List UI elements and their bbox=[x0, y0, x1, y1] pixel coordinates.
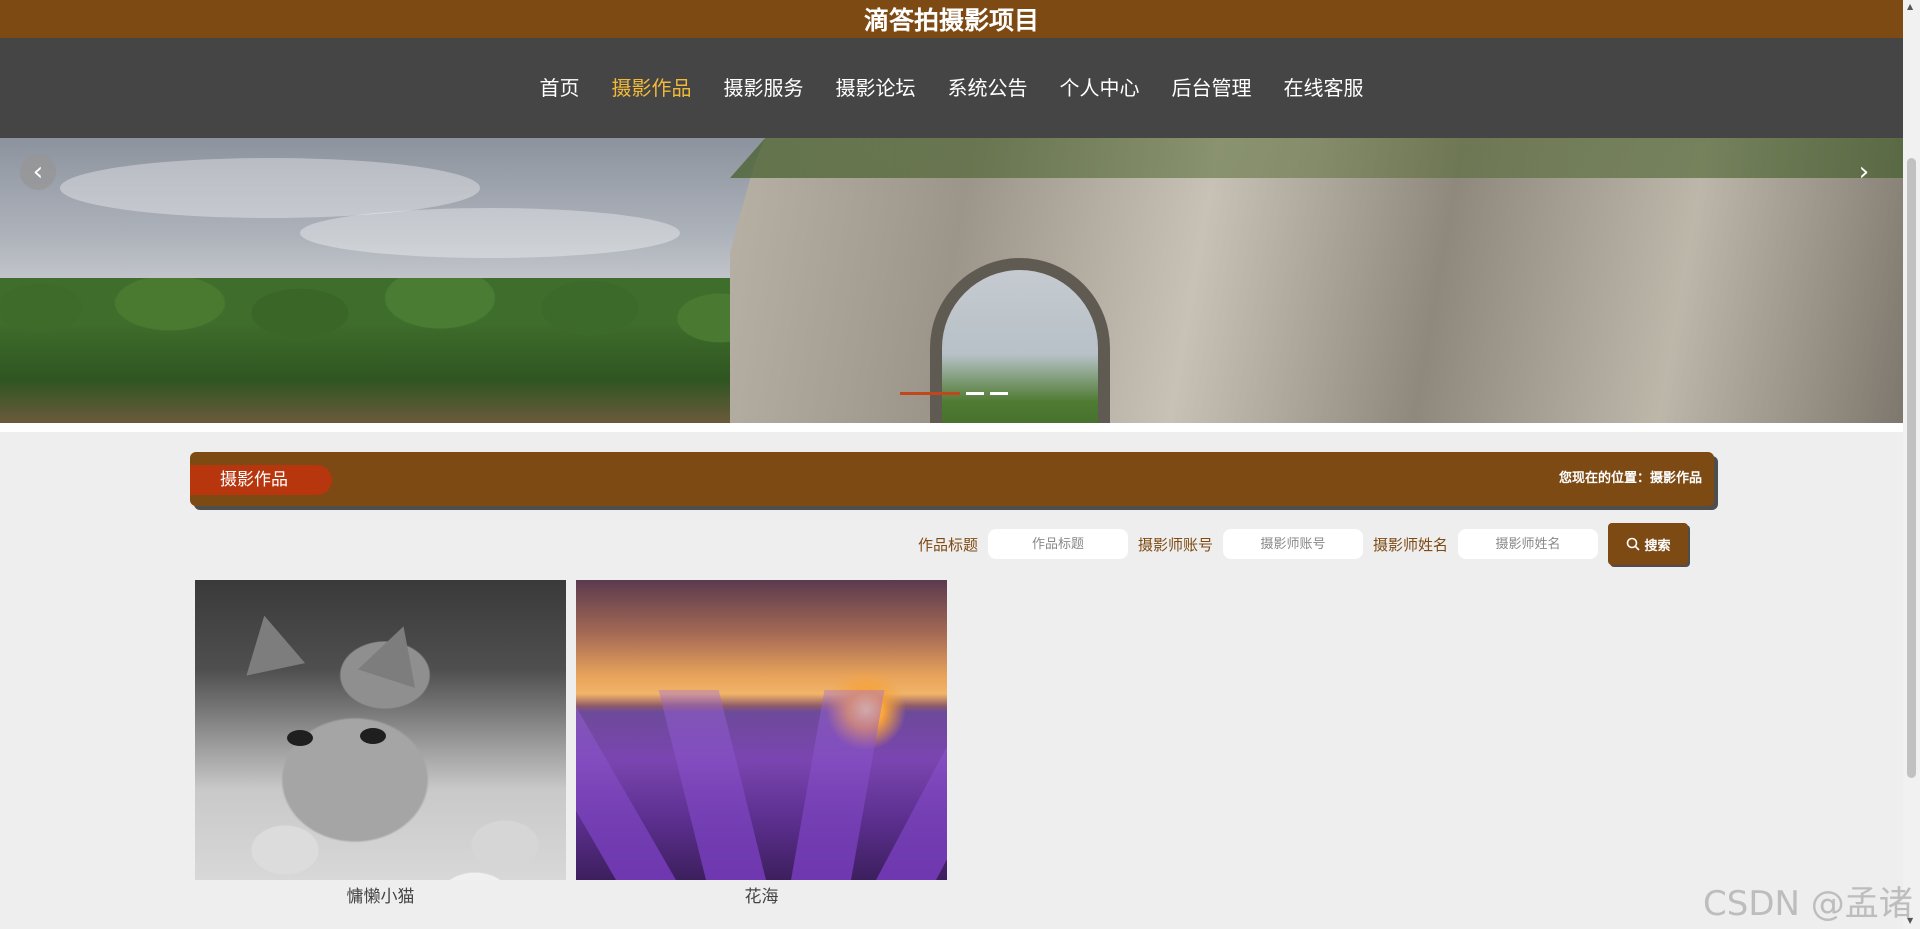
search-input-title[interactable] bbox=[988, 529, 1129, 559]
work-card[interactable]: 慵懒小猫 bbox=[195, 580, 566, 910]
banner-cliff-moss bbox=[730, 138, 1903, 178]
search-label-photographer-name: 摄影师姓名 bbox=[1373, 535, 1449, 554]
cat-eye bbox=[360, 728, 386, 744]
main-nav: 首页 摄影作品 摄影服务 摄影论坛 系统公告 个人中心 后台管理 在线客服 bbox=[0, 38, 1903, 138]
cat-ear bbox=[357, 617, 433, 688]
breadcrumb: 您现在的位置：摄影作品 bbox=[1558, 471, 1702, 486]
banner-carousel: ‹ › bbox=[0, 138, 1903, 423]
scroll-up-icon[interactable]: ▲ bbox=[1907, 2, 1913, 11]
lavender-row bbox=[576, 690, 676, 880]
work-image-lavender[interactable] bbox=[576, 580, 947, 880]
nav-item-works[interactable]: 摄影作品 bbox=[596, 38, 708, 138]
nav-item-admin[interactable]: 后台管理 bbox=[1156, 38, 1268, 138]
site-title: 滴答拍摄影项目 bbox=[863, 6, 1039, 35]
nav-item-forum[interactable]: 摄影论坛 bbox=[820, 38, 932, 138]
cat-ear bbox=[234, 609, 306, 676]
search-button-label: 搜索 bbox=[1644, 538, 1671, 554]
nav-list: 首页 摄影作品 摄影服务 摄影论坛 系统公告 个人中心 后台管理 在线客服 bbox=[524, 38, 1380, 138]
page: 滴答拍摄影项目 首页 摄影作品 摄影服务 摄影论坛 系统公告 个人中心 后台管理… bbox=[0, 0, 1920, 929]
chevron-right-icon: › bbox=[1858, 157, 1870, 187]
lavender-row bbox=[791, 690, 885, 880]
work-image-cat[interactable] bbox=[195, 580, 566, 880]
search-input-photographer-account[interactable] bbox=[1223, 529, 1364, 559]
banner-forest bbox=[0, 278, 760, 423]
nav-item-customer-service[interactable]: 在线客服 bbox=[1268, 38, 1380, 138]
carousel-indicators bbox=[900, 392, 1008, 395]
nav-item-user-center[interactable]: 个人中心 bbox=[1044, 38, 1156, 138]
section-header: 摄影作品 您现在的位置：摄影作品 bbox=[190, 452, 1714, 506]
lavender-row bbox=[658, 690, 766, 880]
watermark: CSDN @孟诸 bbox=[1703, 884, 1913, 924]
search-input-photographer-name[interactable] bbox=[1458, 529, 1599, 559]
carousel-dot[interactable] bbox=[966, 392, 984, 395]
search-button[interactable]: 搜索 bbox=[1608, 523, 1689, 565]
banner-cliff bbox=[730, 138, 1903, 423]
lavender-row bbox=[876, 690, 947, 880]
page-scrollbar[interactable]: ▲ ▼ bbox=[1903, 0, 1920, 929]
section-title: 摄影作品 bbox=[190, 465, 332, 495]
work-title[interactable]: 慵懒小猫 bbox=[195, 880, 566, 914]
carousel-dot[interactable] bbox=[900, 392, 960, 395]
carousel-next-button[interactable]: › bbox=[1846, 154, 1882, 190]
nav-item-announcements[interactable]: 系统公告 bbox=[932, 38, 1044, 138]
banner-divider bbox=[0, 423, 1903, 432]
banner-cloud bbox=[300, 208, 680, 258]
carousel-prev-button[interactable]: ‹ bbox=[20, 154, 56, 190]
work-card[interactable]: 花海 bbox=[576, 580, 947, 910]
scroll-thumb[interactable] bbox=[1907, 158, 1916, 778]
work-title[interactable]: 花海 bbox=[576, 880, 947, 914]
carousel-dot[interactable] bbox=[990, 392, 1008, 395]
nav-item-home[interactable]: 首页 bbox=[524, 38, 596, 138]
nav-item-services[interactable]: 摄影服务 bbox=[708, 38, 820, 138]
search-label-title: 作品标题 bbox=[918, 535, 979, 554]
search-label-photographer-account: 摄影师账号 bbox=[1138, 535, 1214, 554]
search-icon bbox=[1626, 537, 1640, 551]
cat-eye bbox=[287, 730, 313, 746]
site-title-bar: 滴答拍摄影项目 bbox=[0, 0, 1903, 38]
banner-rock-arch bbox=[930, 258, 1110, 423]
chevron-left-icon: ‹ bbox=[32, 157, 44, 187]
search-form: 作品标题 摄影师账号 摄影师姓名 搜索 bbox=[918, 523, 1704, 565]
